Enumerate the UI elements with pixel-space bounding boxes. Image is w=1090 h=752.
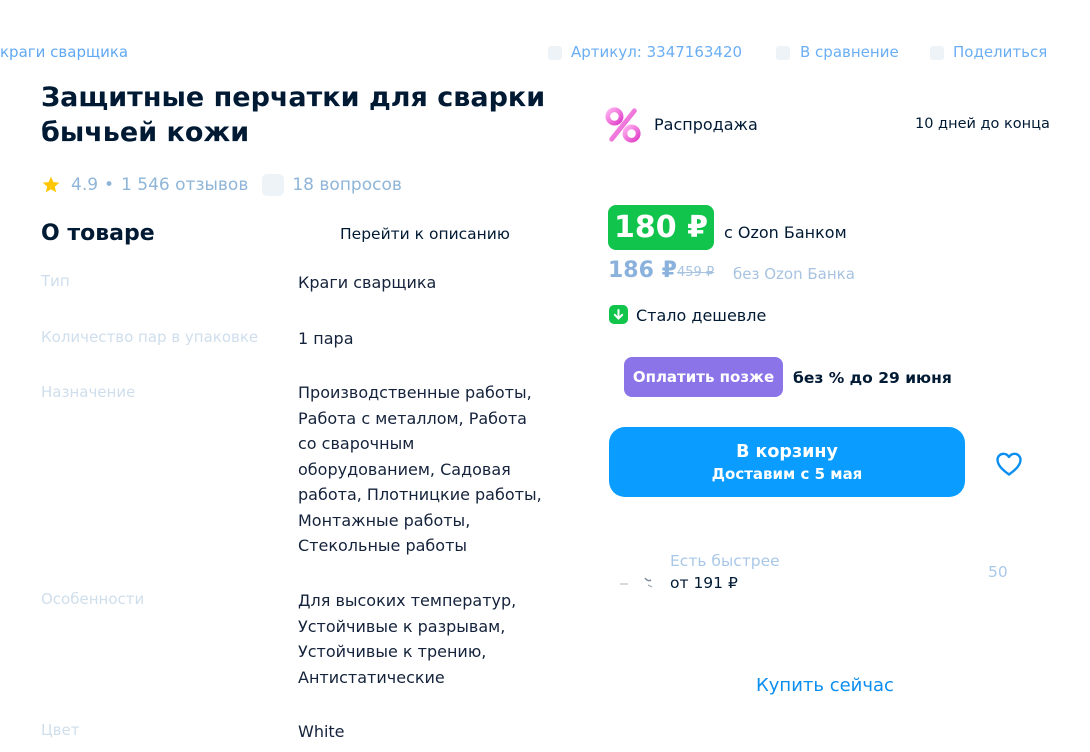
- bank-price-note: с Ozon Банком: [724, 223, 847, 242]
- pay-later-note: без % до 29 июня: [793, 369, 952, 387]
- spec-value-features: Для высоких температур, Устойчивые к раз…: [298, 591, 517, 687]
- rating-value: 4.9: [71, 175, 99, 195]
- percent-sale-icon: [605, 107, 641, 143]
- spec-value-type: Краги сварщика: [298, 273, 437, 292]
- questions-icon: [262, 174, 285, 196]
- buy-now-link[interactable]: Купить сейчас: [756, 675, 894, 696]
- spec-value-pairs: 1 пара: [298, 329, 354, 348]
- spec-value-color: White: [298, 722, 345, 741]
- sale-countdown: 10 дней до конца: [915, 116, 1050, 132]
- star-icon: [42, 176, 60, 193]
- spec-key-purpose: Назначение: [41, 383, 136, 401]
- faster-offer-title[interactable]: Есть быстрее: [670, 552, 780, 570]
- add-to-cart-label: В корзину: [736, 442, 838, 462]
- add-to-cart-button[interactable]: В корзину Доставим с 5 мая: [609, 427, 965, 497]
- spec-key-color: Цвет: [41, 721, 80, 739]
- bank-price-badge: 180 ₽: [608, 205, 714, 250]
- price-drop-label[interactable]: Стало дешевле: [636, 306, 766, 325]
- favorite-heart-icon[interactable]: [995, 451, 1023, 477]
- arrow-down-icon: [609, 305, 628, 324]
- pay-later-button[interactable]: Оплатить позже: [624, 357, 783, 397]
- product-title: Защитные перчатки для сварки бычьей кожи: [41, 82, 546, 148]
- compare-icon: [776, 46, 790, 60]
- rating-separator: •: [104, 175, 115, 195]
- faster-offer-price[interactable]: от 191 ₽: [670, 574, 738, 592]
- article-number[interactable]: Артикул: 3347163420: [571, 43, 742, 61]
- delivery-date-label: Доставим с 5 мая: [711, 465, 863, 483]
- spec-key-pairs: Количество пар в упаковке: [41, 328, 259, 346]
- article-icon: [548, 46, 562, 60]
- reviews-link[interactable]: 1 546 отзывов: [121, 175, 248, 195]
- questions-link[interactable]: 18 вопросов: [292, 175, 402, 195]
- compare-link[interactable]: В сравнение: [800, 43, 899, 61]
- faster-offer-count: 50: [988, 563, 1008, 581]
- share-icon: [930, 46, 944, 60]
- breadcrumb-current[interactable]: краги сварщика: [0, 43, 128, 61]
- regular-price-note: без Ozon Банка: [733, 265, 855, 283]
- about-heading: О товаре: [41, 221, 155, 246]
- share-link[interactable]: Поделиться: [953, 43, 1047, 61]
- rating-row[interactable]: 4.9 • 1 546 отзывов 18 вопросов: [41, 174, 402, 196]
- spec-key-type: Тип: [41, 272, 70, 290]
- regular-price: 186 ₽: [608, 258, 677, 283]
- old-price: 459 ₽: [677, 265, 715, 280]
- faster-offer-thumbnail[interactable]: [612, 560, 660, 596]
- go-to-description-link[interactable]: Перейти к описанию: [340, 225, 510, 243]
- sale-label[interactable]: Распродажа: [654, 115, 758, 134]
- spec-value-purpose: Производственные работы, Работа с металл…: [298, 383, 542, 555]
- spec-key-features: Особенности: [41, 590, 145, 608]
